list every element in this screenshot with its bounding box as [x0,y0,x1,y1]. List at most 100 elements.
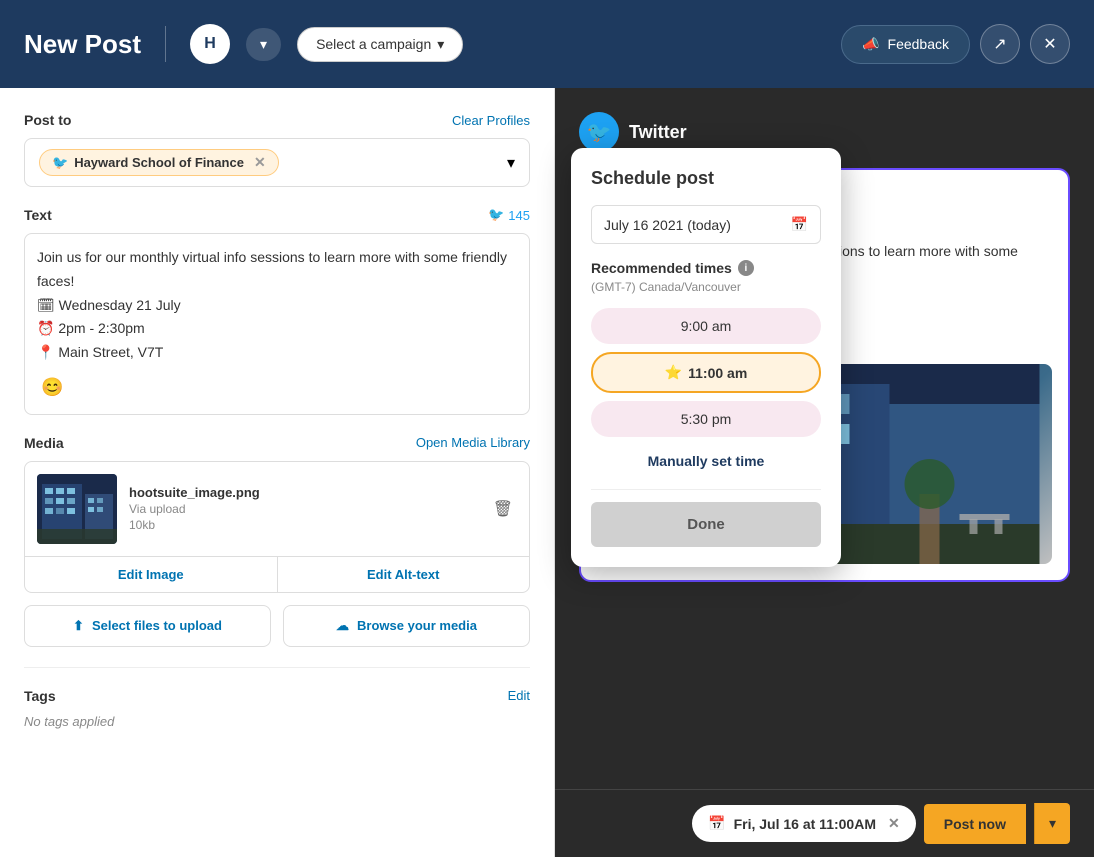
main-content: Post to Clear Profiles 🐦 Hayward School … [0,88,1094,857]
tags-edit-button[interactable]: Edit [508,688,530,703]
recommended-label: Recommended times i [591,260,821,276]
left-panel: Post to Clear Profiles 🐦 Hayward School … [0,88,555,857]
time-option-1[interactable]: 9:00 am [591,308,821,344]
hootsuite-dropdown-button[interactable]: ▾ [246,28,281,61]
select-files-label: Select files to upload [92,618,222,633]
campaign-selector-button[interactable]: Select a campaign ▾ [297,27,463,62]
done-button[interactable]: Done [591,502,821,547]
hootsuite-icon-button[interactable]: H [190,24,230,64]
schedule-title: Schedule post [591,168,821,189]
media-info: hootsuite_image.png Via upload 10kb [129,485,477,532]
text-line-3: ⏰ 2pm - 2:30pm [37,317,517,341]
char-count-value: 145 [508,208,530,223]
media-filename: hootsuite_image.png [129,485,477,500]
media-item: hootsuite_image.png Via upload 10kb 🗑 [25,462,529,556]
text-line-2: 🗓 Wednesday 21 July [37,294,517,318]
calendar-icon-small: 📅 [708,815,725,832]
campaign-chevron-icon: ▾ [437,36,444,53]
media-delete-button[interactable]: 🗑 [489,495,517,523]
header-divider [165,26,166,62]
page-title: New Post [24,29,141,60]
media-thumbnail [37,474,117,544]
schedule-tag: 📅 Fri, Jul 16 at 11:00AM ✕ [692,805,916,842]
bottom-bar: 📅 Fri, Jul 16 at 11:00AM ✕ Post now ▾ [555,789,1094,857]
schedule-divider [591,489,821,490]
text-section: Text 🐦 145 Join us for our monthly virtu… [24,207,530,415]
media-header: Media Open Media Library [24,435,530,451]
post-now-button[interactable]: Post now [924,804,1026,844]
clear-profiles-button[interactable]: Clear Profiles [452,113,530,128]
emoji-picker-button[interactable]: 😊 [37,373,67,402]
browse-media-button[interactable]: ☁ Browse your media [283,605,530,647]
chevron-down-icon-post: ▾ [1049,815,1056,831]
header: New Post H ▾ Select a campaign ▾ 📣 Feedb… [0,0,1094,88]
calendar-icon: 📅 [791,216,808,233]
megaphone-icon: 📣 [862,36,879,53]
manually-set-button[interactable]: Manually set time [591,445,821,477]
profile-remove-button[interactable]: ✕ [254,154,266,171]
text-content: Join us for our monthly virtual info ses… [37,246,517,365]
edit-image-button[interactable]: Edit Image [25,557,278,592]
twitter-icon-small: 🐦 [488,207,504,223]
close-icon: ✕ [1043,34,1056,54]
schedule-tag-close-button[interactable]: ✕ [888,815,900,832]
text-line-4: 📍 Main Street, V7T [37,341,517,365]
text-label: Text [24,207,52,223]
date-input[interactable]: July 16 2021 (today) 📅 [591,205,821,244]
open-media-library-button[interactable]: Open Media Library [416,435,530,450]
media-card: hootsuite_image.png Via upload 10kb 🗑 Ed… [24,461,530,593]
media-section: Media Open Media Library [24,435,530,647]
media-actions: Edit Image Edit Alt-text [25,556,529,592]
header-right-actions: 📣 Feedback ↗ ✕ [841,24,1070,64]
char-count: 🐦 145 [488,207,530,223]
twitter-platform-icon: 🐦 [579,112,619,152]
media-label: Media [24,435,64,451]
twitter-bird-icon-large: 🐦 [587,120,612,145]
browse-media-label: Browse your media [357,618,477,633]
no-tags-text: No tags applied [24,714,530,729]
arrow-button[interactable]: ↗ [980,24,1020,64]
recommended-text: Recommended times [591,260,732,276]
post-to-section: Post to Clear Profiles 🐦 Hayward School … [24,112,530,187]
twitter-bird-icon: 🐦 [52,155,68,171]
media-via: Via upload [129,502,477,516]
date-value: July 16 2021 (today) [604,217,731,233]
profile-name: Hayward School of Finance [74,155,244,170]
time-option-2-label: 11:00 am [688,365,747,381]
section-divider [24,667,530,668]
schedule-modal: Schedule post July 16 2021 (today) 📅 Rec… [571,148,841,567]
post-to-label: Post to [24,112,71,128]
tags-section: Tags Edit No tags applied [24,688,530,729]
time-option-3[interactable]: 5:30 pm [591,401,821,437]
campaign-label: Select a campaign [316,36,431,52]
edit-alttext-button[interactable]: Edit Alt-text [278,557,530,592]
cloud-icon: ☁ [336,618,349,634]
tags-label: Tags [24,688,56,704]
profile-selector[interactable]: 🐦 Hayward School of Finance ✕ ▾ [24,138,530,187]
text-header: Text 🐦 145 [24,207,530,223]
text-line-1: Join us for our monthly virtual info ses… [37,246,517,294]
info-icon[interactable]: i [738,260,754,276]
time-option-2[interactable]: ⭐ 11:00 am [591,352,821,393]
feedback-label: Feedback [888,36,949,52]
text-area[interactable]: Join us for our monthly virtual info ses… [24,233,530,415]
chevron-down-icon: ▾ [260,36,267,53]
feedback-button[interactable]: 📣 Feedback [841,25,970,64]
post-now-dropdown-button[interactable]: ▾ [1034,803,1070,844]
preview-header: 🐦 Twitter [579,112,1070,152]
upload-icon: ⬆ [73,618,84,634]
timezone-label: (GMT-7) Canada/Vancouver [591,280,821,294]
profile-dropdown-icon: ▾ [507,153,515,173]
select-files-button[interactable]: ⬆ Select files to upload [24,605,271,647]
upload-row: ⬆ Select files to upload ☁ Browse your m… [24,605,530,647]
arrow-icon: ↗ [993,34,1006,54]
close-button[interactable]: ✕ [1030,24,1070,64]
schedule-time-label: Fri, Jul 16 at 11:00AM [734,816,876,832]
post-to-header: Post to Clear Profiles [24,112,530,128]
profile-tag: 🐦 Hayward School of Finance ✕ [39,149,279,176]
tags-header: Tags Edit [24,688,530,704]
media-size: 10kb [129,518,477,532]
platform-name: Twitter [629,122,687,143]
star-icon: ⭐ [665,364,682,381]
right-panel: 🐦 Twitter Hw Hayward School of Fina... @… [555,88,1094,857]
